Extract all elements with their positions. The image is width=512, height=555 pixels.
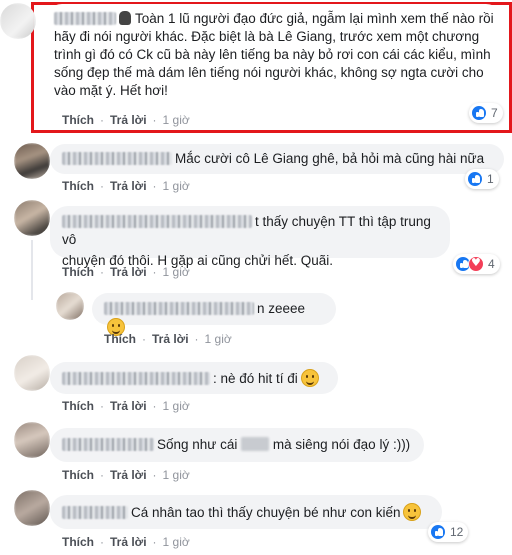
timestamp[interactable]: 1 giờ — [163, 179, 190, 193]
commenter-name-blurred[interactable] — [62, 506, 128, 519]
separator-dot: · — [100, 535, 104, 549]
avatar[interactable] — [14, 200, 50, 236]
comment-bubble: t thấy chuyện TT thì tập trung vô chuyện… — [50, 206, 450, 268]
reply-button[interactable]: Trả lời — [110, 468, 147, 482]
commenter-name-blurred[interactable] — [62, 215, 252, 228]
comment-bubble: : nè đó hit tí đi — [50, 362, 338, 394]
comment-actions: Thích · Trả lời · 1 giờ — [62, 399, 190, 413]
comment-text: : nè đó hit tí đi — [213, 371, 298, 386]
comment-text-after: mà siêng nói đạo lý :))) — [272, 437, 411, 452]
like-icon — [467, 171, 483, 187]
separator-dot: · — [100, 468, 104, 482]
avatar[interactable] — [14, 143, 50, 179]
timestamp[interactable]: 1 giờ — [163, 399, 190, 413]
comment-actions: Thích · Trả lời · 1 giờ — [62, 265, 190, 279]
like-icon — [430, 524, 446, 540]
separator-dot: · — [100, 113, 104, 127]
reaction-count[interactable]: 4 — [453, 254, 500, 274]
comment-actions: Thích · Trả lời · 1 giờ — [62, 113, 190, 127]
smiley-emoji-icon — [300, 369, 319, 387]
separator-dot: · — [194, 332, 199, 346]
reaction-number: 1 — [487, 172, 494, 186]
timestamp[interactable]: 1 giờ — [205, 332, 232, 346]
reaction-count[interactable]: 7 — [469, 103, 503, 123]
reply-button[interactable]: Trả lời — [110, 535, 147, 549]
comment-text: Mắc cười cô Lê Giang ghê, bả hỏi mà cũng… — [175, 151, 485, 166]
reply-button[interactable]: Trả lời — [110, 113, 147, 127]
separator-dot: · — [100, 265, 104, 279]
separator-dot: · — [100, 399, 104, 413]
like-button[interactable]: Thích — [104, 332, 136, 346]
separator-dot: · — [152, 113, 157, 127]
thread-connector — [31, 240, 33, 300]
avatar[interactable] — [56, 292, 84, 320]
separator-dot: · — [152, 399, 157, 413]
reaction-number: 12 — [450, 525, 464, 539]
separator-dot: · — [152, 535, 157, 549]
reaction-count[interactable]: 12 — [428, 522, 469, 542]
like-button[interactable]: Thích — [62, 113, 94, 127]
like-button[interactable]: Thích — [62, 468, 94, 482]
reaction-count[interactable]: 1 — [465, 169, 499, 189]
separator-dot: · — [152, 179, 157, 193]
like-button[interactable]: Thích — [62, 179, 94, 193]
reply-button[interactable]: Trả lời — [110, 399, 147, 413]
reply-button[interactable]: Trả lời — [110, 265, 147, 279]
commenter-name-blurred[interactable] — [62, 152, 172, 165]
comment-actions: Thích · Trả lời · 1 giờ — [104, 332, 232, 346]
comment-text-before: Sống như cái — [157, 437, 238, 452]
separator-dot: · — [142, 332, 146, 346]
comment-bubble: Toàn 1 lũ người đạo đức giả, ngẫm lại mì… — [44, 4, 504, 106]
reply-button[interactable]: Trả lời — [110, 179, 147, 193]
like-button[interactable]: Thích — [62, 265, 94, 279]
comment-text: n zeeee — [257, 301, 306, 316]
timestamp[interactable]: 1 giờ — [163, 265, 190, 279]
separator-dot: · — [100, 179, 104, 193]
commenter-name-blurred[interactable] — [62, 438, 154, 451]
commenter-name-blurred[interactable] — [104, 302, 254, 315]
comment-bubble: n zeeee — [92, 293, 336, 336]
timestamp[interactable]: 1 giờ — [163, 468, 190, 482]
like-icon — [471, 105, 487, 121]
avatar[interactable] — [14, 355, 50, 391]
comment-actions: Thích · Trả lời · 1 giờ — [62, 535, 190, 549]
separator-dot: · — [152, 265, 157, 279]
smiley-emoji-icon — [403, 503, 422, 521]
avatar[interactable] — [0, 3, 36, 39]
avatar[interactable] — [14, 490, 50, 526]
separator-dot: · — [152, 468, 157, 482]
reaction-number: 4 — [488, 257, 495, 271]
love-icon — [468, 256, 484, 272]
comment-bubble: Mắc cười cô Lê Giang ghê, bả hỏi mà cũng… — [50, 144, 504, 174]
comment-actions: Thích · Trả lời · 1 giờ — [62, 468, 190, 482]
timestamp[interactable]: 1 giờ — [163, 113, 190, 127]
censored-word — [241, 437, 270, 451]
avatar[interactable] — [14, 422, 50, 458]
comment-bubble: Sống như cái mà siêng nói đạo lý :))) — [50, 428, 424, 462]
wave-hand-icon — [119, 11, 131, 25]
commenter-name-blurred[interactable] — [62, 372, 210, 385]
commenter-name-blurred[interactable] — [54, 12, 116, 25]
reaction-number: 7 — [491, 106, 498, 120]
comment-actions: Thích · Trả lời · 1 giờ — [62, 179, 190, 193]
timestamp[interactable]: 1 giờ — [163, 535, 190, 549]
like-button[interactable]: Thích — [62, 535, 94, 549]
comment-text: Cá nhân tao thì thấy chuyện bé như con k… — [131, 505, 401, 520]
like-button[interactable]: Thích — [62, 399, 94, 413]
reply-button[interactable]: Trả lời — [152, 332, 189, 346]
comment-bubble: Cá nhân tao thì thấy chuyện bé như con k… — [50, 495, 442, 529]
